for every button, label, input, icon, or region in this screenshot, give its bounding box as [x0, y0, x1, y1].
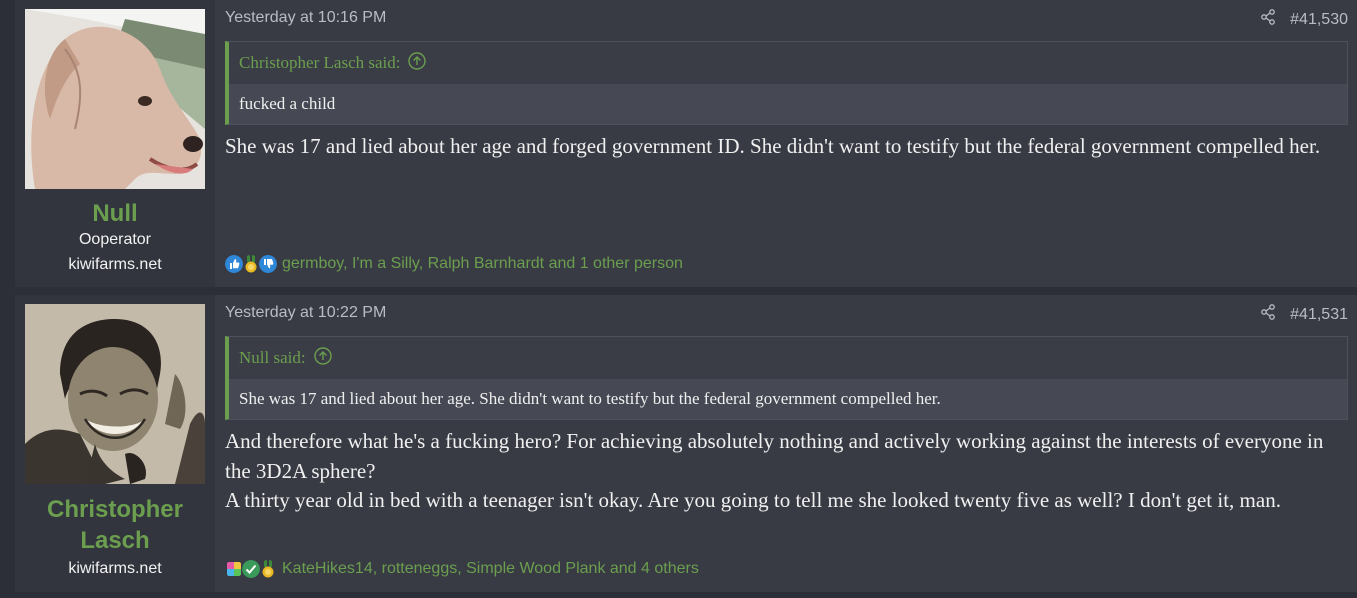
- puzzle-icon: [227, 562, 241, 576]
- post: Christopher Lasch kiwifarms.net Yesterda…: [15, 295, 1357, 592]
- share-icon[interactable]: [1260, 9, 1276, 30]
- post-meta: #41,530: [1260, 9, 1348, 30]
- arrow-up-circle-icon[interactable]: [408, 51, 427, 75]
- medal-icon: [245, 255, 257, 273]
- checkmark-icon: [242, 560, 260, 578]
- user-panel: Christopher Lasch kiwifarms.net: [15, 295, 215, 592]
- share-icon[interactable]: [1260, 304, 1276, 325]
- reaction-icons[interactable]: [225, 255, 277, 273]
- user-panel: Null Ooperator kiwifarms.net: [15, 0, 215, 287]
- post: Null Ooperator kiwifarms.net Yesterday a…: [15, 0, 1357, 287]
- quote-author[interactable]: Christopher Lasch said:: [239, 53, 400, 73]
- reaction-users[interactable]: KateHikes14, rotteneggs, Simple Wood Pla…: [282, 560, 699, 578]
- username[interactable]: Null: [15, 198, 215, 229]
- medal-icon: [262, 560, 274, 578]
- arrow-up-circle-icon[interactable]: [313, 346, 332, 370]
- post-main: Yesterday at 10:22 PM #41,531 Null said:…: [225, 295, 1348, 592]
- post-date[interactable]: Yesterday at 10:22 PM: [225, 304, 386, 322]
- username[interactable]: Christopher Lasch: [15, 494, 215, 556]
- quote-author[interactable]: Null said:: [239, 348, 306, 368]
- reaction-users[interactable]: germboy, I'm a Silly, Ralph Barnhardt an…: [282, 255, 683, 273]
- quote-header[interactable]: Null said:: [229, 337, 1347, 379]
- thumbs-down-icon: [259, 255, 277, 273]
- quote-text: She was 17 and lied about her age. She d…: [229, 379, 1347, 419]
- post-body: She was 17 and lied about her age and fo…: [225, 132, 1336, 162]
- quote-header[interactable]: Christopher Lasch said:: [229, 42, 1347, 84]
- quote-block: Christopher Lasch said: fucked a child: [225, 41, 1348, 125]
- post-paragraph: She was 17 and lied about her age and fo…: [225, 134, 1321, 158]
- post-number[interactable]: #41,531: [1290, 306, 1348, 324]
- reaction-icons[interactable]: [225, 560, 276, 578]
- quote-block: Null said: She was 17 and lied about her…: [225, 336, 1348, 420]
- user-site: kiwifarms.net: [68, 560, 162, 577]
- quote-text: fucked a child: [229, 84, 1347, 124]
- thumbs-up-icon: [225, 255, 243, 273]
- post-date[interactable]: Yesterday at 10:16 PM: [225, 9, 386, 27]
- post-main: Yesterday at 10:16 PM #41,530 Christophe…: [225, 0, 1348, 287]
- user-site: kiwifarms.net: [68, 256, 162, 273]
- user-title: Ooperator: [78, 231, 152, 248]
- reaction-bar[interactable]: KateHikes14, rotteneggs, Simple Wood Pla…: [225, 560, 699, 578]
- post-number[interactable]: #41,530: [1290, 11, 1348, 29]
- post-body: And therefore what he's a fucking hero? …: [225, 427, 1336, 516]
- avatar[interactable]: [25, 9, 205, 189]
- avatar[interactable]: [25, 304, 205, 484]
- post-paragraph: And therefore what he's a fucking hero? …: [225, 429, 1324, 483]
- post-meta: #41,531: [1260, 304, 1348, 325]
- post-paragraph: A thirty year old in bed with a teenager…: [225, 488, 1281, 512]
- reaction-bar[interactable]: germboy, I'm a Silly, Ralph Barnhardt an…: [225, 255, 683, 273]
